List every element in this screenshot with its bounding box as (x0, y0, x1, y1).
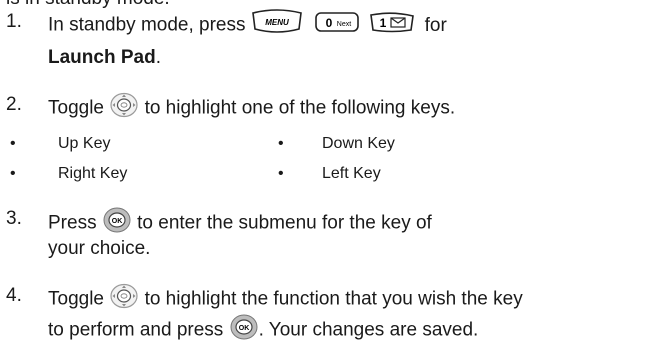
step-text: your choice. (48, 238, 151, 259)
period: . (155, 47, 161, 68)
bullet-marker: • (10, 165, 16, 182)
step-text: Press (48, 212, 97, 234)
bullet-marker: • (10, 135, 16, 152)
bullet-label: Down Key (322, 135, 395, 152)
navigation-key-icon (109, 283, 139, 316)
step-4-line-2-body: to perform and press OK . Your changes a… (48, 313, 478, 348)
svg-text:OK: OK (238, 325, 249, 332)
svg-text:0: 0 (326, 16, 333, 30)
step-1-body: In standby mode, press MENU 0 Next 1 for (48, 9, 447, 42)
svg-text:MENU: MENU (265, 18, 289, 27)
step-2-body: Toggle to highlight one of the following… (48, 92, 455, 125)
step-text: to enter the submenu for the key of (137, 212, 432, 234)
bullet-label: Left Key (322, 165, 381, 182)
menu-key-icon: MENU (251, 9, 303, 42)
step-text: to highlight the function that you wish … (144, 288, 523, 310)
svg-text:OK: OK (112, 218, 123, 225)
ok-key-icon: OK (229, 313, 259, 348)
bullet-label: Up Key (58, 135, 111, 152)
step-number: 1. (6, 11, 22, 32)
step-number: 2. (6, 94, 22, 115)
bullet-marker: • (278, 135, 284, 152)
step-text: to perform and press (48, 319, 224, 341)
bullet-marker: • (278, 165, 284, 182)
step-number: 4. (6, 285, 22, 306)
zero-next-key-icon: 0 Next (314, 10, 360, 41)
step-number: 3. (6, 208, 22, 229)
step-text: Toggle (48, 97, 104, 119)
launch-pad-label: Launch Pad (48, 47, 156, 68)
svg-text:1: 1 (380, 16, 387, 30)
step-text: for (424, 14, 447, 36)
step-1-line-2-body: Launch Pad. (48, 45, 161, 70)
svg-text:Next: Next (337, 21, 351, 28)
navigation-key-icon (109, 92, 139, 125)
step-text: In standby mode, press (48, 14, 246, 36)
bullet-label: Right Key (58, 165, 128, 182)
step-text: to highlight one of the following keys. (144, 97, 456, 119)
step-text: . Your changes are saved. (258, 319, 479, 341)
one-message-key-icon: 1 (369, 10, 415, 41)
step-4-body: Toggle to highlight the function that yo… (48, 283, 523, 316)
step-text: Toggle (48, 288, 104, 310)
